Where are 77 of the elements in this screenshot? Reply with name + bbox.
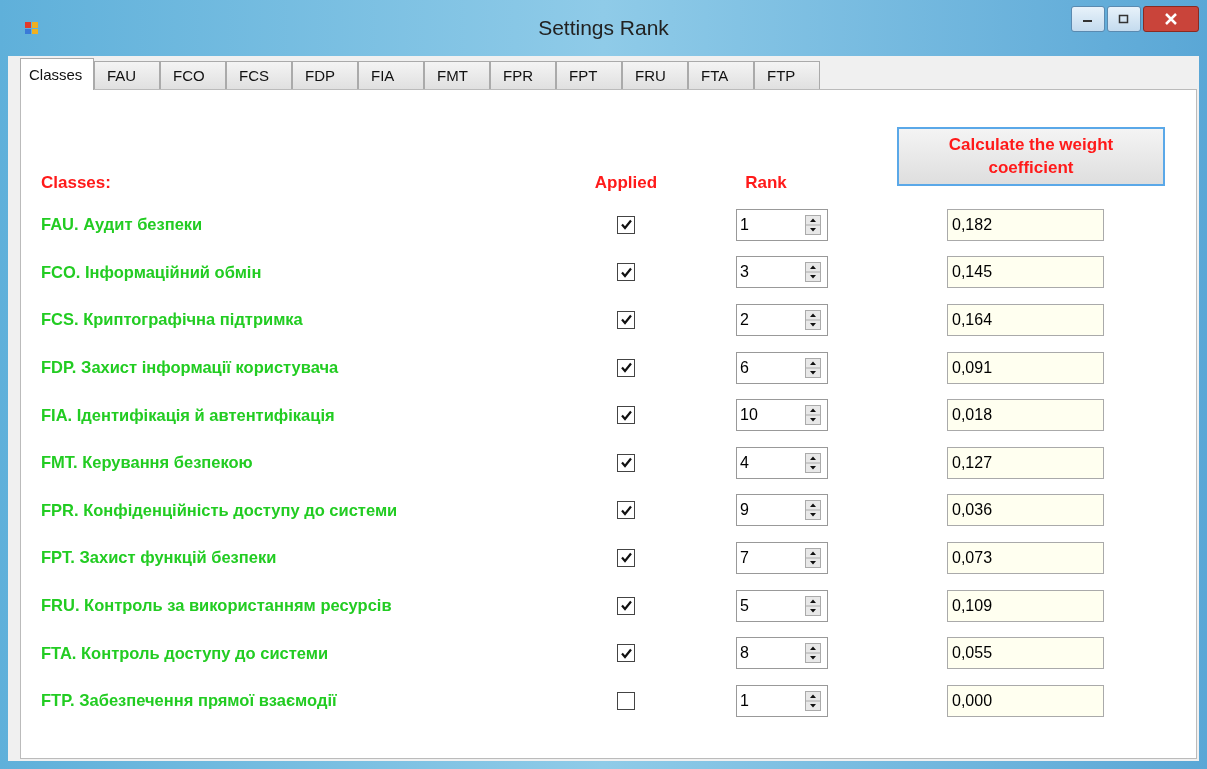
weight-field[interactable]: 0,000	[947, 684, 1104, 717]
class-label: FMT. Керування безпекою	[41, 453, 254, 473]
spin-arrows-icon[interactable]	[805, 595, 821, 616]
checkbox[interactable]	[617, 501, 635, 520]
spin-arrows-icon[interactable]	[805, 643, 821, 664]
column-header: Classes:	[41, 173, 112, 194]
spin-arrows-icon[interactable]	[805, 452, 821, 473]
rank-spinner[interactable]: 5	[736, 589, 828, 622]
app-icon	[24, 20, 40, 36]
weight-field[interactable]: 0,018	[947, 399, 1104, 432]
weight-field[interactable]: 0,145	[947, 256, 1104, 289]
close-button[interactable]	[1143, 6, 1199, 32]
close-icon	[1164, 13, 1178, 25]
rank-spinner[interactable]: 4	[736, 446, 828, 479]
tab[interactable]: FIA	[358, 61, 424, 89]
spin-arrows-icon[interactable]	[805, 405, 821, 426]
spin-arrows-icon[interactable]	[805, 690, 821, 711]
rank-spinner[interactable]: 10	[736, 399, 828, 432]
weight-field[interactable]: 0,036	[947, 494, 1104, 527]
maximize-button[interactable]	[1107, 6, 1141, 32]
class-label: FIA. Ідентифікація й автентифікація	[41, 405, 336, 425]
spin-arrows-icon[interactable]	[805, 310, 821, 330]
tab[interactable]: FRU	[622, 61, 688, 89]
weight-field[interactable]: 0,182	[947, 208, 1104, 241]
checkbox[interactable]	[617, 453, 635, 472]
checkbox[interactable]	[617, 215, 635, 234]
rank-spinner[interactable]: 1	[736, 208, 828, 241]
class-label: FRU. Контроль за використанням ресурсів	[41, 596, 393, 616]
spin-arrows-icon[interactable]	[805, 547, 821, 568]
tab[interactable]: FMT	[424, 61, 490, 89]
tab[interactable]: FPR	[490, 61, 556, 89]
weight-field[interactable]: 0,164	[947, 304, 1104, 336]
checkbox[interactable]	[617, 311, 635, 329]
checkbox[interactable]	[617, 596, 635, 615]
class-label: FAU. Аудит безпеки	[41, 215, 204, 235]
tab[interactable]: Classes	[20, 58, 94, 90]
checkbox[interactable]	[617, 406, 635, 425]
class-label: FPR. Конфіденційність доступу до системи	[41, 500, 399, 520]
rank-spinner[interactable]: 6	[736, 351, 828, 384]
checkbox[interactable]	[617, 548, 635, 567]
checkbox[interactable]	[617, 691, 635, 710]
weight-field[interactable]: 0,055	[947, 637, 1104, 670]
class-label: FDP. Захист інформації користувача	[41, 358, 340, 378]
column-header: Applied	[593, 173, 659, 194]
rank-spinner[interactable]: 3	[736, 256, 828, 289]
rank-spinner[interactable]: 1	[736, 684, 828, 717]
weight-field[interactable]: 0,109	[947, 589, 1104, 622]
rank-spinner[interactable]: 9	[736, 494, 828, 527]
class-label: FTP. Забезпечення прямої взаємодії	[41, 691, 338, 711]
column-header: Rank	[744, 173, 788, 194]
spin-arrows-icon[interactable]	[805, 262, 821, 283]
spin-arrows-icon[interactable]	[805, 214, 821, 235]
weight-field[interactable]: 0,091	[947, 351, 1104, 384]
checkbox[interactable]	[617, 358, 635, 377]
tab[interactable]: FAU	[94, 61, 160, 89]
checkbox[interactable]	[617, 644, 635, 663]
weight-field[interactable]: 0,073	[947, 541, 1104, 574]
window-title: Settings Rank	[538, 16, 669, 40]
tab[interactable]: FCS	[226, 61, 292, 89]
class-label: FCO. Інформаційний обмін	[41, 262, 263, 282]
tab[interactable]: FCO	[160, 61, 226, 89]
tab[interactable]: FTA	[688, 61, 754, 89]
rank-spinner[interactable]: 2	[736, 304, 828, 336]
rank-spinner[interactable]: 7	[736, 541, 828, 574]
class-label: FTA. Контроль доступу до системи	[41, 643, 330, 663]
minimize-button[interactable]	[1071, 6, 1105, 32]
spin-arrows-icon[interactable]	[805, 357, 821, 378]
weight-field[interactable]: 0,127	[947, 446, 1104, 479]
tab[interactable]: FPT	[556, 61, 622, 89]
checkbox[interactable]	[617, 263, 635, 282]
class-label: FCS. Криптографічна підтримка	[41, 310, 304, 330]
rank-spinner[interactable]: 8	[736, 637, 828, 670]
tab[interactable]: FDP	[292, 61, 358, 89]
maximize-icon	[1118, 14, 1130, 24]
class-label: FPT. Захист функцій безпеки	[41, 548, 278, 568]
tab[interactable]: FTP	[754, 61, 820, 89]
spin-arrows-icon[interactable]	[805, 500, 821, 521]
